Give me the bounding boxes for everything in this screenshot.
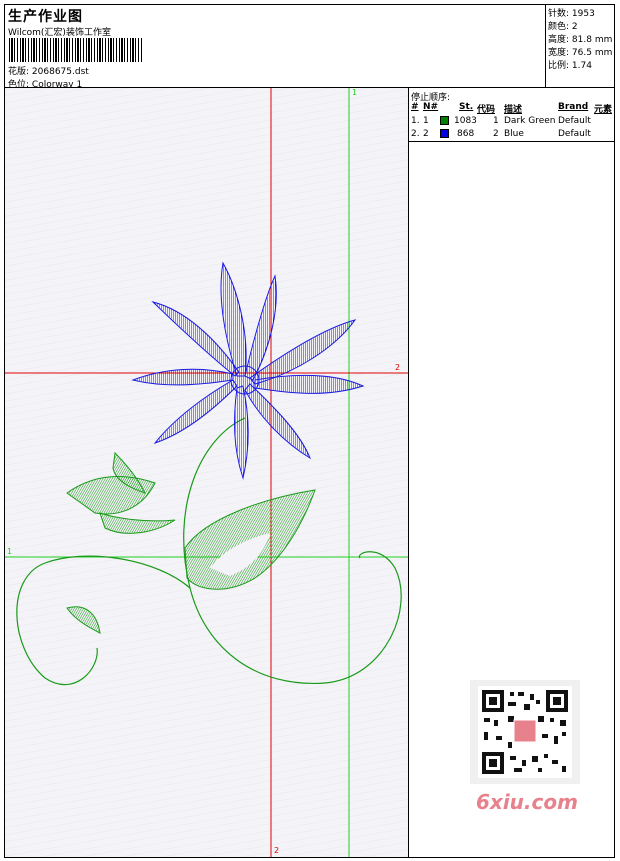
design-value: 2068675.dst	[31, 67, 89, 77]
stat-width: 宽度: 76.5 mm	[548, 48, 613, 58]
design-label: 花版:	[8, 67, 30, 77]
guide-label-h-red: 2	[395, 363, 401, 372]
stat-colors: 颜色: 2	[548, 22, 578, 32]
stop-sequence-table: 停止顺序: # N# St. 代码 描述 Brand 元素 1. 1 1083 …	[409, 88, 614, 142]
color-swatch-green	[440, 116, 449, 125]
col-element: 元素	[594, 105, 613, 115]
col-description: 描述	[504, 105, 523, 115]
green-leaves	[66, 451, 316, 634]
col-brand: Brand	[558, 102, 589, 112]
barcode	[9, 38, 143, 62]
col-index: #	[411, 102, 419, 112]
col-code: 代码	[477, 105, 496, 115]
stat-scale: 比例: 1.74	[548, 61, 592, 71]
col-stitches: St.	[459, 102, 474, 112]
stats-panel: 针数: 1953 颜色: 2 高度: 81.8 mm 宽度: 76.5 mm 比…	[546, 5, 614, 88]
guide-label-h-green: 1	[7, 547, 13, 556]
page-title: 生产作业图	[8, 9, 83, 25]
blue-flower	[131, 261, 365, 480]
color-swatch-blue	[440, 129, 449, 138]
guide-label-v-green: 1	[352, 88, 358, 97]
stat-height: 高度: 81.8 mm	[548, 35, 613, 45]
studio-name: Wilcom(汇宏)装饰工作室	[8, 28, 111, 38]
header-panel: 生产作业图 Wilcom(汇宏)装饰工作室 花版: 2068675.dst 色位…	[5, 5, 546, 90]
col-number: N#	[423, 102, 439, 112]
stat-stitches: 针数: 1953	[548, 9, 595, 19]
design-canvas[interactable]: 1 2 1 2	[5, 88, 409, 857]
guide-label-v-red: 2	[274, 846, 280, 855]
qr-code-icon	[470, 680, 580, 784]
watermark-logo: 6xiu.com	[476, 790, 578, 814]
embroidery-preview	[5, 88, 408, 857]
design-info: 花版: 2068675.dst	[8, 64, 89, 77]
